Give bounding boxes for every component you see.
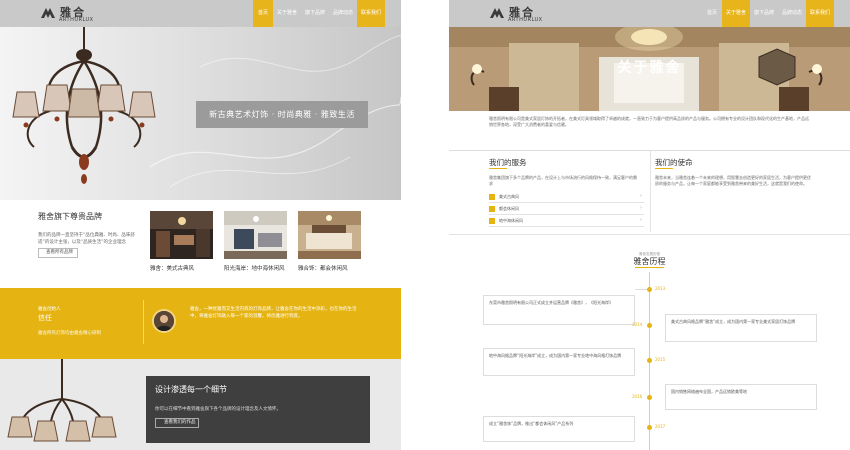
founder-section (0, 288, 401, 359)
nav-brands[interactable]: 旗下品牌 (750, 0, 778, 27)
brand-caption-1[interactable]: 雅舍：美式古典风 (150, 264, 194, 272)
bullet-icon (489, 206, 495, 212)
founder-subtext: 雅舍所有灯饰均由雅舍精心研制 (38, 331, 101, 336)
brand-logo[interactable]: 雅合 ARTHURLUX (489, 3, 559, 24)
about-hero: 关于雅舍 (449, 27, 850, 111)
hero-slogan: 新古典艺术灯饰 · 时尚典雅 · 雅致生活 (196, 101, 368, 128)
nav-home[interactable]: 首页 (702, 0, 722, 27)
timeline-year-3: 2015 (655, 357, 666, 362)
logo-name-en: ARTHURLUX (59, 17, 94, 23)
brand-thumb-1[interactable] (150, 211, 213, 259)
timeline-dot (647, 395, 652, 400)
nav-news[interactable]: 品牌动态 (778, 0, 806, 27)
brand-logo[interactable]: 雅合 ARTHURLUX (40, 3, 110, 24)
logo-icon (490, 8, 504, 18)
top-header: 雅合 ARTHURLUX 首页 关于雅舍 旗下品牌 品牌动态 联系我们 (0, 0, 401, 27)
room-image-3 (298, 211, 361, 259)
service-label: 都会休闲风 (499, 206, 519, 211)
mission-underline (655, 168, 673, 169)
room-image-1 (150, 211, 213, 259)
chevron-right-icon: › (640, 193, 642, 199)
nav-about[interactable]: 关于雅舍 (273, 0, 301, 27)
history-underline (635, 267, 664, 268)
nav-home[interactable]: 首页 (253, 0, 273, 27)
brands-desc: 我们的品牌一直坚持于“品位典雅、时尚、品味舒适”的设计主张，以及“品质生活”的企… (38, 233, 135, 245)
chandelier-image-2 (7, 359, 117, 442)
services-underline (489, 168, 507, 169)
nav-contact[interactable]: 联系我们 (357, 0, 386, 27)
mission-text: 雅舍未来，当雅舍连着一个未来的理想，用智慧去创造更好的家居生活，为客户提供更优质… (655, 175, 811, 186)
timeline-year-2: 2014 (632, 322, 643, 327)
founder-heading: 信任 (38, 314, 52, 322)
main-nav: 首页 关于雅舍 旗下品牌 品牌动态 联系我们 (702, 0, 835, 27)
brand-thumb-3[interactable] (298, 211, 361, 259)
timeline-year-1: 2013 (655, 286, 666, 291)
about-intro: 雅舍照明有限公司是美式家居灯饰的开拓者，在美式灯具领域取得了卓越的成就，一直致力… (489, 116, 809, 127)
view-all-brands-button[interactable]: 查看所有品牌 (38, 248, 78, 258)
service-item-2[interactable]: 都会休闲风 › (489, 205, 644, 215)
nav-brands[interactable]: 旗下品牌 (301, 0, 329, 27)
nav-about[interactable]: 关于雅舍 (722, 0, 751, 27)
person-icon (154, 311, 174, 331)
nav-contact[interactable]: 联系我们 (806, 0, 835, 27)
timeline-dot (647, 323, 652, 328)
services-title: 我们的服务 (489, 158, 527, 167)
chevron-right-icon: › (640, 217, 642, 223)
room-image-2 (224, 211, 287, 259)
avatar (152, 309, 176, 333)
founder-quote: 雅舍，一种优雅而又生活内敛的灯饰品牌，让雅舍在你的生活中添彩，也在你的生活中，将… (190, 307, 357, 319)
founder-divider (143, 300, 144, 344)
history-title: 雅舍历程 (633, 257, 666, 266)
view-works-button[interactable]: 查看我们的作品 (155, 418, 199, 428)
brand-caption-3[interactable]: 雅合饰：都会休闲风 (298, 264, 348, 272)
service-item-1[interactable]: 美式古典风 › (489, 193, 644, 203)
timeline-event-3: 地中海风格品牌“阳光海岸”成立，成为国内第一家专业地中海风格灯饰品牌 (483, 348, 635, 376)
hero-banner: 新古典艺术灯饰 · 时尚典雅 · 雅致生活 (0, 27, 401, 200)
detail-title: 设计渗透每一个细节 (155, 385, 227, 394)
nav-news[interactable]: 品牌动态 (329, 0, 357, 27)
column-divider (650, 150, 651, 232)
main-nav: 首页 关于雅舍 旗下品牌 品牌动态 联系我们 (253, 0, 386, 27)
timeline-event-4: 国内销售网络遍布全国，产品远销欧美等地 (665, 384, 817, 410)
chevron-right-icon: › (640, 205, 642, 211)
bullet-icon (489, 194, 495, 200)
section-divider (449, 234, 850, 235)
timeline-event-2: 美式古典风格品牌“雅舍”成立，成为国内第一家专业美式家居灯饰品牌 (665, 314, 817, 342)
detail-desc: 你可以在细节中看到雅舍旗下各个品牌的设计理念及人文情怀。 (155, 407, 281, 412)
home-page: 雅合 ARTHURLUX 首页 关于雅舍 旗下品牌 品牌动态 联系我们 新古典艺… (0, 0, 401, 450)
timeline-year-5: 2017 (655, 424, 666, 429)
services-desc: 雅舍集团旗下多个品牌的产品，在设计上与市场流行的风格保持一致，满足客户的需求 (489, 175, 637, 186)
mission-title: 我们的使命 (655, 158, 693, 167)
chandelier-image (12, 27, 156, 184)
about-page: 雅合 ARTHURLUX 首页 关于雅舍 旗下品牌 品牌动态 联系我们 关于雅舍… (449, 0, 850, 450)
service-label: 地中海休闲风 (499, 218, 523, 223)
logo-icon (41, 8, 55, 18)
bullet-icon (489, 218, 495, 224)
timeline-dot (647, 425, 652, 430)
about-hero-title: 关于雅舍 (617, 60, 682, 76)
top-header: 雅合 ARTHURLUX 首页 关于雅舍 旗下品牌 品牌动态 联系我们 (449, 0, 850, 27)
founder-label: 雅舍创始人 (38, 307, 61, 312)
logo-name-en: ARTHURLUX (508, 17, 543, 23)
timeline-event-5: 成立“雅舍饰”品牌，推出“都会休闲风”产品系列 (483, 416, 635, 442)
timeline-dot (647, 358, 652, 363)
service-label: 美式古典风 (499, 194, 519, 199)
service-item-3[interactable]: 地中海休闲风 › (489, 217, 644, 227)
brands-title: 雅舍旗下尊贵品牌 (38, 212, 102, 221)
screenshot-canvas: 雅合 ARTHURLUX 首页 关于雅舍 旗下品牌 品牌动态 联系我们 新古典艺… (0, 0, 850, 450)
timeline-year-4: 2016 (632, 394, 643, 399)
brand-caption-2[interactable]: 阳光海岸：地中海休闲风 (224, 264, 285, 272)
brand-thumb-2[interactable] (224, 211, 287, 259)
timeline-dot (647, 287, 652, 292)
timeline-event-1: 东莞市雅舍照明有限公司正式成立并运营品牌《雅舍》，《阳光海岸》 (483, 295, 635, 325)
